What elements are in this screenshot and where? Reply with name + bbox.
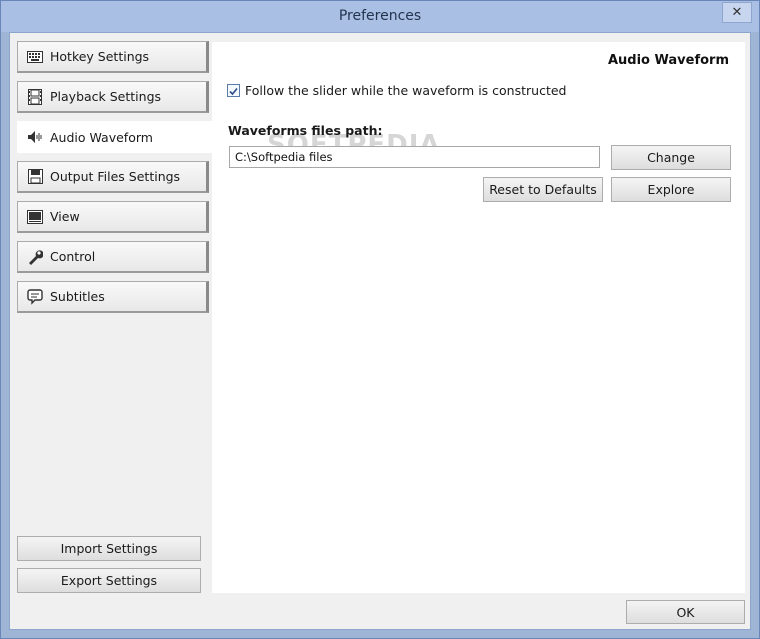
nav-label: Output Files Settings: [50, 169, 181, 184]
checkmark-icon: [229, 87, 238, 96]
title-bar: Preferences ✕: [1, 1, 759, 32]
audio-waveform-panel: SOFTPEDIA Audio Waveform Follow the slid…: [212, 42, 745, 593]
speech-bubble-icon: [26, 288, 44, 306]
monitor-icon: [26, 208, 44, 226]
nav-label: Control: [50, 249, 96, 264]
nav-audio-waveform[interactable]: Audio Waveform: [17, 121, 217, 153]
import-settings-button[interactable]: Import Settings: [17, 536, 201, 561]
window-title: Preferences: [338, 8, 422, 24]
waveforms-path-input[interactable]: [229, 146, 600, 168]
follow-slider-checkbox[interactable]: [227, 84, 240, 97]
floppy-disk-icon: [26, 168, 44, 186]
preferences-window: Preferences ✕ Hotkey Settings Playback S…: [0, 0, 760, 639]
waveform-icon: [26, 128, 44, 146]
dialog-client-area: Hotkey Settings Playback Settings Audio …: [9, 32, 751, 630]
waveforms-path-label: Waveforms files path:: [228, 123, 383, 138]
nav-label: Audio Waveform: [50, 129, 153, 145]
export-settings-button[interactable]: Export Settings: [17, 568, 201, 593]
nav-control[interactable]: Control: [17, 241, 209, 273]
panel-title: Audio Waveform: [607, 53, 729, 68]
nav-label: Subtitles: [50, 289, 105, 304]
nav-label: Playback Settings: [50, 89, 162, 104]
nav-label: Hotkey Settings: [50, 49, 150, 64]
explore-button[interactable]: Explore: [611, 177, 731, 202]
nav-label: View: [50, 209, 80, 224]
wrench-icon: [26, 248, 44, 266]
nav-hotkey-settings[interactable]: Hotkey Settings: [17, 41, 209, 73]
follow-slider-label[interactable]: Follow the slider while the waveform is …: [245, 83, 566, 98]
nav-view[interactable]: View: [17, 201, 209, 233]
nav-subtitles[interactable]: Subtitles: [17, 281, 209, 313]
keyboard-icon: [26, 48, 44, 66]
close-button[interactable]: ✕: [722, 2, 752, 23]
film-icon: [26, 88, 44, 106]
ok-button[interactable]: OK: [626, 600, 745, 624]
nav-playback-settings[interactable]: Playback Settings: [17, 81, 209, 113]
close-icon: ✕: [731, 5, 743, 20]
change-button[interactable]: Change: [611, 145, 731, 170]
nav-output-files-settings[interactable]: Output Files Settings: [17, 161, 209, 193]
reset-to-defaults-button[interactable]: Reset to Defaults: [483, 177, 603, 202]
